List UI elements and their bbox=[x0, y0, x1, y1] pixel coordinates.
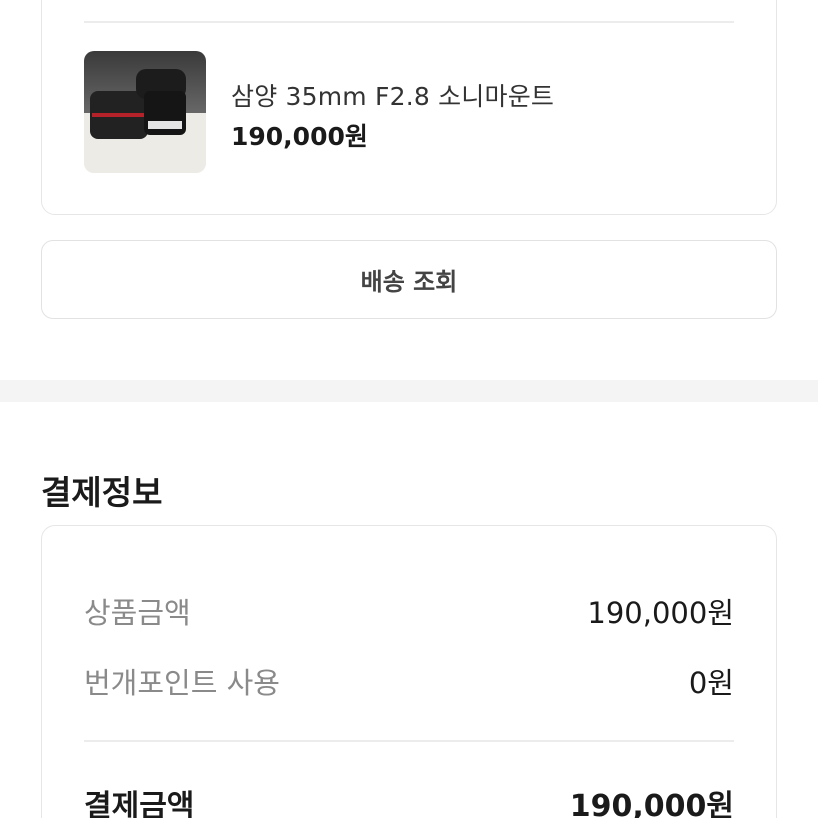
product-price: 190,000원 bbox=[231, 122, 368, 151]
points-used-label: 번개포인트 사용 bbox=[84, 666, 280, 700]
product-amount-value: 190,000원 bbox=[587, 596, 734, 630]
divider bbox=[84, 740, 734, 742]
total-amount-value: 190,000원 bbox=[569, 789, 734, 818]
payment-info-title: 결제정보 bbox=[41, 473, 163, 512]
order-detail-page: 삼양 35mm F2.8 소니마운트 190,000원 배송 조회 결제정보 상… bbox=[0, 0, 818, 818]
product-amount-label: 상품금액 bbox=[84, 596, 191, 630]
points-used-value: 0원 bbox=[688, 666, 734, 700]
lens-photo-image bbox=[84, 51, 206, 173]
product-thumbnail[interactable] bbox=[84, 51, 206, 173]
payment-info-card: 상품금액 190,000원 번개포인트 사용 0원 결제금액 190,000원 bbox=[41, 525, 777, 818]
track-shipping-button[interactable]: 배송 조회 bbox=[41, 240, 777, 319]
points-used-row: 번개포인트 사용 0원 bbox=[84, 660, 734, 702]
product-amount-row: 상품금액 190,000원 bbox=[84, 590, 734, 632]
divider bbox=[84, 21, 734, 23]
total-amount-row: 결제금액 190,000원 bbox=[84, 781, 734, 818]
product-card[interactable]: 삼양 35mm F2.8 소니마운트 190,000원 bbox=[41, 0, 777, 215]
section-separator bbox=[0, 380, 818, 402]
total-amount-label: 결제금액 bbox=[84, 789, 195, 818]
product-name: 삼양 35mm F2.8 소니마운트 bbox=[231, 82, 555, 111]
